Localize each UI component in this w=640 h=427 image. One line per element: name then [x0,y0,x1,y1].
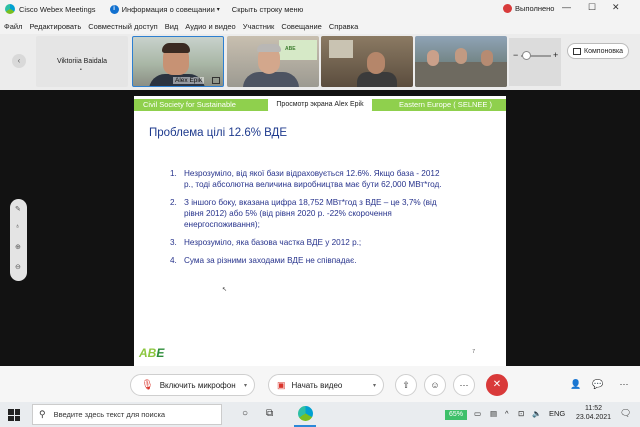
unmute-label: Включить микрофон [159,380,236,390]
menu-help[interactable]: Справка [329,22,358,31]
participant-tile-active[interactable]: Alex Epik [132,36,224,87]
more-panels-icon[interactable]: ⋯ [613,374,635,396]
more-options-button[interactable]: ⋯ [453,374,475,396]
share-button[interactable]: ⇧ [395,374,417,396]
video-off-icon: ▣ [277,379,286,390]
layout-label: Компоновка [584,47,624,55]
reactions-button[interactable]: ☺ [424,374,446,396]
close-window-button[interactable]: ✕ [612,2,620,13]
layout-button[interactable]: Компоновка [567,43,630,59]
webex-taskbar-icon[interactable] [298,406,313,421]
chevron-down-icon[interactable]: ▾ [217,6,220,13]
meeting-info-button[interactable]: Информация о совещании [122,5,215,14]
cortana-icon[interactable]: ○ [242,408,248,419]
chevron-down-icon[interactable]: ▾ [373,382,376,389]
taskbar-search-input[interactable]: ⚲ Введите здесь текст для поиска [32,404,222,425]
zoom-in-icon[interactable]: ⊕ [15,243,21,251]
clock-date: 23.04.2021 [576,413,612,421]
participant-name: Viktoriia Baidala [56,58,108,65]
battery-icon[interactable]: ▭ [474,409,481,418]
microphone-muted-icon: 🎙 [141,379,154,391]
chevron-down-icon[interactable]: ▾ [244,382,247,389]
strip-prev-button[interactable]: ‹ [12,54,26,68]
windows-taskbar: ⚲ Введите здесь текст для поиска ○ ⧉ 65%… [0,402,640,427]
network-icon[interactable]: ▤ [490,409,497,418]
app-title: Cisco Webex Meetings [19,4,96,14]
task-view-icon[interactable]: ⧉ [266,408,273,419]
taskbar-clock[interactable]: 11:52 23.04.2021 [576,405,611,423]
participant-tile-video[interactable]: ABE [227,36,319,87]
unmute-button[interactable]: 🎙 Включить микрофон ▾ [130,374,255,396]
share-viewer-label: Просмотр экрана Alex Epik [268,98,372,112]
active-speaker-name: Alex Epik [173,77,205,84]
slide-list: 1. Незрозуміло, від якої бази відраховуєт… [170,168,444,273]
layout-icon [573,47,581,55]
sharing-icon [212,77,220,84]
menu-edit[interactable]: Редактировать [29,22,81,31]
zoom-in-button[interactable]: + [553,50,558,60]
menu-file[interactable]: Файл [4,22,22,31]
list-item: 3. Незрозуміло, яка базова частка ВДЕ у 2… [170,238,362,248]
menu-audio-video[interactable]: Аудио и видео [185,22,235,31]
annotation-toolbar: ✎ ♁ ⊕ ⊖ [10,199,27,281]
slide-page-number: 7 [472,349,475,355]
minimize-button[interactable]: — [562,2,571,12]
start-video-button[interactable]: ▣ Начать видео ▾ [268,374,384,396]
volume-icon[interactable]: ⊡ [518,409,524,418]
menu-share[interactable]: Совместный доступ [88,22,157,31]
leave-meeting-button[interactable]: ✕ [486,374,508,396]
info-icon[interactable]: i [109,4,119,14]
menu-view[interactable]: Вид [165,22,179,31]
title-bar: Cisco Webex Meetings i Информация о сове… [0,0,640,18]
participant-subtitle: • [80,67,82,73]
banner-left-text: Civil Society for Sustainable [143,100,236,109]
notifications-icon[interactable]: 🗨 [620,408,631,419]
battery-indicator[interactable]: 65% [445,410,467,420]
presentation-slide: Civil Society for Sustainable Eastern Eu… [134,96,506,367]
search-icon: ⚲ [39,409,46,419]
language-indicator[interactable]: ENG [549,409,565,418]
zoom-out-icon[interactable]: ⊖ [15,263,21,271]
windows-start-icon[interactable] [8,409,20,421]
participant-tile-video[interactable] [415,36,507,87]
menu-meeting[interactable]: Совещание [281,22,322,31]
zoom-control: − + [509,38,561,86]
hide-menu-bar-button[interactable]: Скрыть строку меню [232,5,304,14]
menu-bar: Файл Редактировать Совместный доступ Вид… [0,18,640,34]
participant-tile-name[interactable]: Viktoriia Baidala • [36,36,128,87]
list-item: 1. Незрозуміло, від якої бази відраховуєт… [170,169,442,190]
recording-status: Выполнено [515,4,555,13]
start-video-label: Начать видео [291,380,343,390]
menu-participant[interactable]: Участник [243,22,275,31]
chat-icon[interactable]: 💬 [587,374,609,396]
list-item: 4. Сума за різними заходами ВДЕ не співпа… [170,256,357,266]
annotate-icon[interactable]: ♁ [15,223,20,230]
participants-icon[interactable]: 👤 [565,374,587,396]
participant-strip: ‹ Viktoriia Baidala • Alex Epik ABE − + … [0,34,640,90]
webex-logo-icon [5,4,15,14]
wall-logo: ABE [285,46,296,52]
pointer-icon[interactable]: ✎ [15,205,21,213]
abe-logo: ABE [139,346,165,360]
banner-right-text: Eastern Europe ( SELNEE ) [399,100,492,109]
clock-time: 11:52 [585,405,603,412]
meeting-controls: 🎙 Включить микрофон ▾ ▣ Начать видео ▾ ⇧… [0,366,640,402]
speaker-icon[interactable]: 🔈 [532,409,541,418]
slide-title: Проблема цілі 12.6% ВДЕ [149,127,288,139]
recording-icon [503,4,512,13]
list-item: 2. З іншого боку, вказана цифра 18,752 МВ… [170,198,437,230]
maximize-button[interactable]: ☐ [588,2,596,13]
zoom-slider-handle[interactable] [522,51,531,60]
mouse-cursor-icon: ↖ [222,287,228,293]
search-placeholder: Введите здесь текст для поиска [53,410,166,419]
participant-tile-video[interactable] [321,36,413,87]
zoom-out-button[interactable]: − [513,50,518,60]
show-hidden-icons[interactable]: ^ [505,409,509,418]
